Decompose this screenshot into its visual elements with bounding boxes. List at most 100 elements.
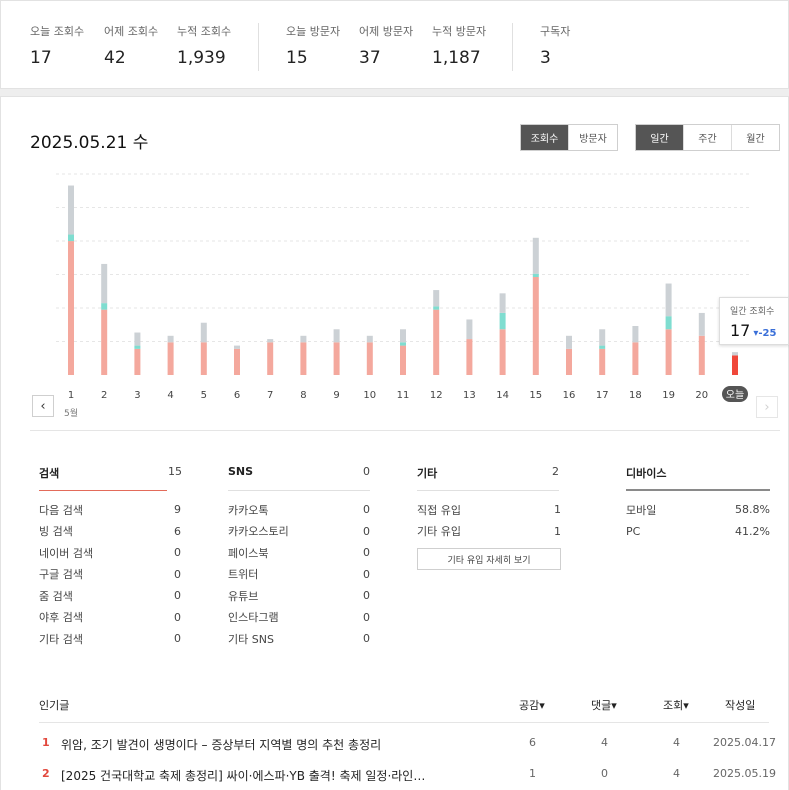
other-detail-button[interactable]: 기타 유입 자세히 보기 — [417, 548, 561, 570]
bar-segment — [68, 185, 74, 235]
source-other: 기타 2 직접 유입 1 기타 유입 1 기타 유입 자세히 보기 — [417, 465, 561, 570]
source-row: 구글 검색 0 — [39, 564, 181, 586]
tab-monthly[interactable]: 월간 — [732, 125, 779, 150]
source-row-value: 0 — [174, 589, 181, 603]
source-row-value: 0 — [363, 524, 370, 538]
stat-label: 누적 조회수 — [177, 25, 232, 38]
source-title: SNS — [228, 465, 254, 478]
tab-daily[interactable]: 일간 — [636, 125, 684, 150]
bar-segment — [333, 342, 340, 375]
post-title[interactable]: [2025 건국대학교 축제 총정리] 싸이·에스파·YB 출격! 축제 일정·… — [61, 767, 461, 784]
source-row-label: 직접 유입 — [417, 503, 461, 517]
x-tick-label: 5 — [201, 390, 207, 401]
source-row-value: 0 — [174, 546, 181, 560]
stat-value: 17 — [30, 48, 52, 68]
col-date: 작성일 — [725, 699, 756, 712]
month-label: 5월 — [64, 407, 78, 419]
x-tick-label: 12 — [430, 390, 443, 401]
bar-segment — [732, 352, 738, 356]
tooltip-value: 17 — [730, 321, 751, 340]
x-tick-label: 2 — [101, 390, 107, 401]
bar-segment — [400, 342, 406, 346]
source-device: 디바이스 모바일 58.8% PC 41.2% — [626, 465, 770, 542]
chart-tooltip: 일간 조회수 17 ▾-25 — [719, 297, 789, 345]
tooltip-diff: ▾-25 — [753, 328, 777, 339]
source-row-value: 0 — [174, 610, 181, 624]
col-likes[interactable]: 공감▾ — [519, 697, 545, 713]
tab-views[interactable]: 조회수 — [521, 125, 569, 150]
bar-segment — [632, 342, 639, 375]
bar-segment — [366, 342, 373, 375]
popular-row[interactable]: 2 [2025 건국대학교 축제 총정리] 싸이·에스파·YB 출격! 축제 일… — [39, 767, 776, 790]
stat-value: 3 — [540, 48, 551, 68]
popular-title: 인기글 — [39, 699, 70, 712]
source-row: 유튜브 0 — [228, 585, 370, 607]
col-comments[interactable]: 댓글▾ — [591, 697, 617, 713]
bar-segment — [532, 277, 539, 375]
x-tick-label: 14 — [496, 390, 509, 401]
source-row-value: 9 — [174, 503, 181, 517]
bar-segment — [366, 335, 373, 343]
source-row: 페이스북 0 — [228, 542, 370, 564]
tab-visitors[interactable]: 방문자 — [569, 125, 617, 150]
chart-prev-button[interactable]: ‹ — [32, 395, 54, 417]
source-row-value: 1 — [554, 503, 561, 517]
stat-value: 1,939 — [177, 48, 226, 68]
x-tick-label: 17 — [596, 390, 609, 401]
stat-total-views: 누적 조회수 1,939 — [177, 23, 231, 68]
stat-value: 37 — [359, 48, 381, 68]
x-tick-label: 19 — [662, 390, 675, 401]
source-row-label: 페이스북 — [228, 546, 269, 560]
source-row-value: 0 — [363, 610, 370, 624]
tab-weekly[interactable]: 주간 — [684, 125, 732, 150]
tooltip-label: 일간 조회수 — [730, 307, 775, 317]
source-row-label: 트위터 — [228, 568, 259, 582]
source-row-label: 모바일 — [626, 503, 657, 517]
col-views[interactable]: 조회▾ — [663, 697, 689, 713]
date-title: 2025.05.21 수 — [30, 133, 149, 153]
bar-segment — [532, 273, 539, 277]
source-row: 기타 유입 1 — [417, 521, 561, 543]
source-row-value: 0 — [174, 567, 181, 581]
source-title: 디바이스 — [626, 467, 667, 480]
popular-row[interactable]: 1 위암, 조기 발견이 생명이다 – 증상부터 지역별 명의 추천 총정리 6… — [39, 736, 776, 766]
x-tick-label: 20 — [695, 390, 708, 401]
period-toggle: 일간 주간 월간 — [635, 124, 780, 151]
source-row: 카카오톡 0 — [228, 499, 370, 521]
bar-segment — [566, 335, 572, 349]
bar-segment — [599, 348, 606, 375]
bar-segment — [433, 306, 440, 310]
source-search: 검색 15 다음 검색 9 빙 검색 6 네이버 검색 0 구글 검색 0 줌 검색 0 야후 검색… — [39, 465, 182, 650]
source-row-label: 인스타그램 — [228, 611, 279, 625]
chevron-left-icon: ‹ — [40, 398, 46, 414]
bar-segment — [68, 234, 74, 242]
source-row-value: 0 — [363, 567, 370, 581]
source-row-value: 41.2% — [735, 524, 770, 538]
source-row-label: 빙 검색 — [39, 525, 73, 539]
stat-subscribers: 구독자 3 — [540, 23, 570, 68]
stats-main-panel: 2025.05.21 수 조회수 방문자 일간 주간 월간 1234567891… — [0, 96, 789, 790]
bar-segment — [499, 293, 506, 313]
post-views: 4 — [673, 767, 680, 780]
post-title[interactable]: 위암, 조기 발견이 생명이다 – 증상부터 지역별 명의 추천 총정리 — [61, 736, 461, 753]
stat-value: 42 — [104, 48, 126, 68]
source-row: 카카오스토리 0 — [228, 521, 370, 543]
bar-segment — [101, 309, 108, 375]
stat-yesterday-views: 어제 조회수 42 — [104, 23, 158, 68]
post-comments: 4 — [601, 736, 608, 749]
source-row: 줌 검색 0 — [39, 585, 181, 607]
source-row-label: 네이버 검색 — [39, 546, 94, 560]
bar-segment — [698, 335, 705, 375]
bar-segment — [134, 332, 141, 346]
x-tick-label: 16 — [563, 390, 576, 401]
source-row: 빙 검색 6 — [39, 521, 181, 543]
bar-segment — [267, 342, 274, 375]
bar-segment — [599, 329, 606, 346]
chart-next-button[interactable]: › — [756, 396, 778, 418]
stat-label: 오늘 방문자 — [286, 25, 341, 38]
source-row-label: 기타 유입 — [417, 525, 461, 539]
post-views: 4 — [673, 736, 680, 749]
source-row-label: 다음 검색 — [39, 503, 83, 517]
section-divider — [30, 430, 780, 431]
source-row-value: 6 — [174, 524, 181, 538]
